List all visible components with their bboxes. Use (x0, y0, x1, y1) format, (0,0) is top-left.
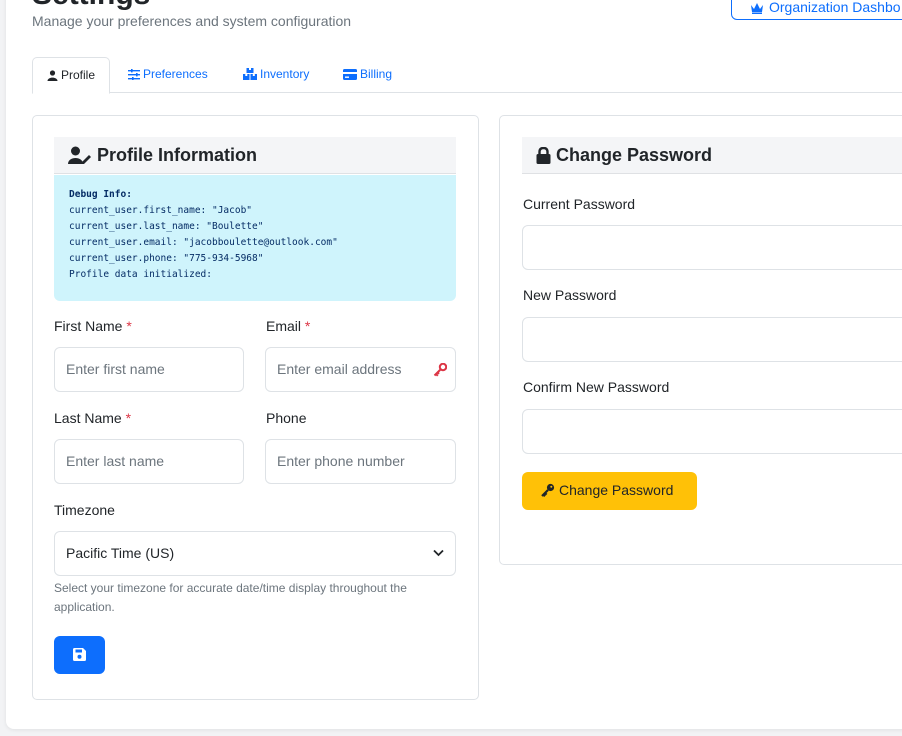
debug-title: Debug Info: (69, 189, 132, 200)
profile-header: Profile Information (54, 137, 456, 174)
required-marker: * (304, 318, 311, 334)
email-placeholder: Enter email address (277, 361, 402, 377)
tab-label: Profile (61, 68, 96, 82)
last-name-placeholder: Enter last name (66, 453, 165, 469)
organization-dashboard-button[interactable]: Organization Dashbo (731, 0, 902, 20)
phone-field[interactable]: Enter phone number (265, 439, 456, 484)
debug-line: current_user.email: "jacobboulette@outlo… (69, 237, 338, 248)
organization-dashboard-label: Organization Dashbo (769, 0, 901, 15)
required-marker: * (125, 410, 132, 426)
last-name-label-text: Last Name (54, 410, 122, 426)
timezone-value: Pacific Time (US) (66, 545, 175, 561)
tab-preferences[interactable]: Preferences (128, 57, 208, 93)
page-subtitle: Manage your preferences and system confi… (32, 13, 352, 29)
tab-billing[interactable]: Billing (343, 57, 392, 93)
debug-line: Profile data initialized: (69, 269, 212, 280)
required-marker: * (126, 318, 132, 334)
password-manager-key-icon[interactable] (433, 363, 447, 377)
debug-info-box: Debug Info: current_user.first_name: "Ja… (54, 175, 456, 301)
first-name-field[interactable]: Enter first name (54, 347, 244, 392)
first-name-label-text: First Name (54, 318, 123, 334)
password-title: Change Password (556, 145, 713, 165)
last-name-label: Last Name * (54, 410, 131, 426)
tab-inventory[interactable]: Inventory (243, 57, 309, 93)
profile-title: Profile Information (97, 145, 258, 165)
timezone-help-text: Select your timezone for accurate date/t… (54, 581, 407, 614)
boxes-icon (243, 68, 257, 80)
email-field[interactable]: Enter email address (265, 347, 456, 392)
password-header: Change Password (522, 137, 902, 174)
tab-label: Preferences (143, 67, 208, 81)
lock-icon (536, 146, 551, 164)
confirm-password-field[interactable] (522, 409, 902, 454)
chevron-down-icon (433, 549, 444, 557)
debug-line: current_user.phone: "775-934-5968" (69, 253, 264, 264)
tab-profile[interactable]: Profile (32, 57, 111, 94)
email-label: Email * (266, 318, 310, 334)
email-label-text: Email (266, 318, 302, 334)
phone-placeholder: Enter phone number (277, 453, 405, 469)
page-title: Settings (32, 0, 150, 12)
floppy-disk-icon (73, 648, 86, 661)
timezone-select[interactable]: Pacific Time (US) (54, 531, 456, 576)
user-icon (47, 70, 58, 81)
key-icon (541, 483, 555, 497)
current-password-field[interactable] (522, 225, 902, 270)
last-name-field[interactable]: Enter last name (54, 439, 244, 484)
current-password-label: Current Password (523, 196, 636, 212)
phone-label: Phone (266, 410, 307, 426)
tab-label: Inventory (260, 67, 310, 81)
change-password-button[interactable]: Change Password (522, 472, 697, 510)
tab-label: Billing (360, 67, 393, 81)
user-edit-icon (68, 146, 91, 164)
debug-line: current_user.last_name: "Boulette" (69, 221, 264, 232)
settings-tabs: Profile Preferences Inventory Billing (32, 57, 902, 94)
change-password-label: Change Password (559, 482, 674, 498)
debug-line: current_user.first_name: "Jacob" (69, 205, 253, 216)
save-button[interactable] (54, 636, 105, 674)
first-name-placeholder: Enter first name (66, 361, 165, 377)
new-password-label: New Password (523, 287, 617, 303)
credit-card-icon (343, 69, 357, 80)
sliders-icon (128, 69, 140, 80)
timezone-label: Timezone (54, 502, 115, 518)
confirm-password-label: Confirm New Password (523, 379, 670, 395)
first-name-label: First Name * (54, 318, 132, 334)
new-password-field[interactable] (522, 317, 902, 362)
crown-icon (751, 3, 763, 14)
